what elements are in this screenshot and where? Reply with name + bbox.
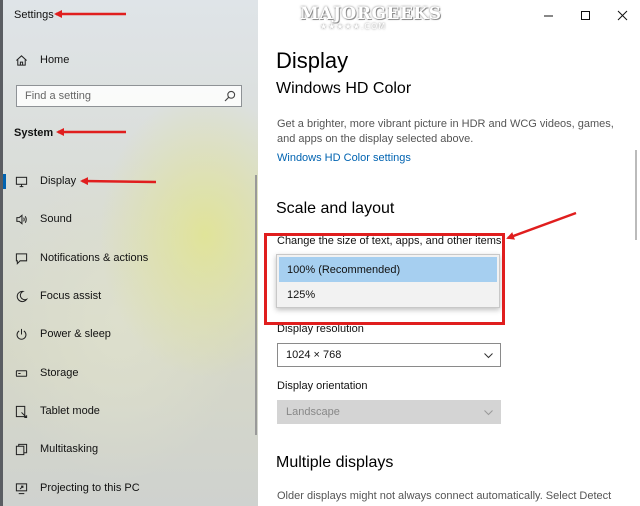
majorgeeks-logo: MAJORGEEKS ★★★★★.COM bbox=[262, 0, 441, 36]
annotation-highlight-box bbox=[264, 233, 505, 325]
sidebar-item-label: Focus assist bbox=[40, 290, 102, 302]
section-label: System bbox=[14, 127, 54, 139]
search-input[interactable] bbox=[17, 86, 233, 106]
maximize-button[interactable] bbox=[578, 8, 592, 22]
maximize-icon bbox=[580, 10, 590, 20]
sidebar-item-tablet-mode[interactable]: Tablet mode bbox=[14, 400, 100, 422]
minimize-icon bbox=[543, 15, 553, 16]
sidebar-item-label: Tablet mode bbox=[40, 405, 100, 417]
selected-indicator bbox=[3, 174, 6, 189]
search-box[interactable] bbox=[16, 85, 242, 107]
orientation-value: Landscape bbox=[286, 406, 340, 418]
resolution-value: 1024 × 768 bbox=[286, 349, 342, 361]
sidebar-item-label: Display bbox=[40, 175, 77, 187]
home-label: Home bbox=[40, 54, 70, 66]
sidebar-item-label: Multitasking bbox=[40, 443, 99, 455]
resolution-select[interactable]: 1024 × 768 bbox=[277, 343, 501, 367]
orientation-select[interactable]: Landscape bbox=[277, 400, 501, 424]
sidebar-item-notifications[interactable]: Notifications & actions bbox=[14, 247, 148, 269]
tablet-icon bbox=[14, 404, 28, 418]
sidebar-item-power-sleep[interactable]: Power & sleep bbox=[14, 323, 111, 345]
sidebar-item-label: Notifications & actions bbox=[40, 252, 149, 264]
app-title: Settings bbox=[14, 9, 54, 21]
home-icon bbox=[14, 53, 28, 67]
chevron-down-icon bbox=[484, 353, 493, 359]
hd-color-heading: Windows HD Color bbox=[276, 80, 412, 97]
hd-color-settings-link[interactable]: Windows HD Color settings bbox=[277, 152, 411, 164]
sidebar-item-multitasking[interactable]: Multitasking bbox=[14, 438, 98, 460]
sidebar-item-display[interactable]: Display bbox=[14, 170, 76, 192]
sidebar-item-sound[interactable]: Sound bbox=[14, 208, 72, 230]
speaker-icon bbox=[14, 212, 28, 226]
projecting-icon bbox=[14, 481, 28, 495]
orientation-label: Display orientation bbox=[277, 380, 368, 392]
logo-text: MAJORGEEKS bbox=[300, 4, 442, 24]
sidebar: Settings Home System Display Sound Notif… bbox=[0, 0, 258, 506]
page-title: Display bbox=[276, 48, 349, 73]
home-nav-item[interactable]: Home bbox=[14, 49, 69, 71]
notification-icon bbox=[14, 251, 28, 265]
scale-layout-heading: Scale and layout bbox=[276, 200, 395, 217]
chevron-down-icon bbox=[484, 410, 493, 416]
hd-color-description: Get a brighter, more vibrant picture in … bbox=[277, 118, 614, 145]
sidebar-item-storage[interactable]: Storage bbox=[14, 362, 79, 384]
logo-subtext: ★★★★★.COM bbox=[320, 22, 387, 31]
search-icon[interactable] bbox=[224, 90, 236, 102]
multitasking-icon bbox=[14, 442, 28, 456]
monitor-icon bbox=[14, 174, 28, 188]
multiple-displays-description: Older displays might not always connect … bbox=[277, 490, 612, 502]
sidebar-item-focus-assist[interactable]: Focus assist bbox=[14, 285, 101, 307]
close-button[interactable] bbox=[615, 8, 629, 22]
sidebar-item-label: Storage bbox=[40, 367, 79, 379]
sidebar-scrollbar[interactable] bbox=[255, 175, 257, 435]
power-icon bbox=[14, 327, 28, 341]
sidebar-item-projecting[interactable]: Projecting to this PC bbox=[14, 477, 140, 499]
minimize-button[interactable] bbox=[541, 8, 555, 22]
sidebar-item-label: Power & sleep bbox=[40, 328, 111, 340]
sidebar-item-label: Sound bbox=[40, 213, 72, 225]
storage-icon bbox=[14, 366, 28, 380]
main-scrollbar[interactable] bbox=[635, 150, 637, 240]
moon-icon bbox=[14, 289, 28, 303]
multiple-displays-heading: Multiple displays bbox=[276, 454, 394, 471]
window-edge bbox=[0, 0, 3, 506]
close-icon bbox=[617, 10, 627, 20]
sidebar-item-label: Projecting to this PC bbox=[40, 482, 140, 494]
